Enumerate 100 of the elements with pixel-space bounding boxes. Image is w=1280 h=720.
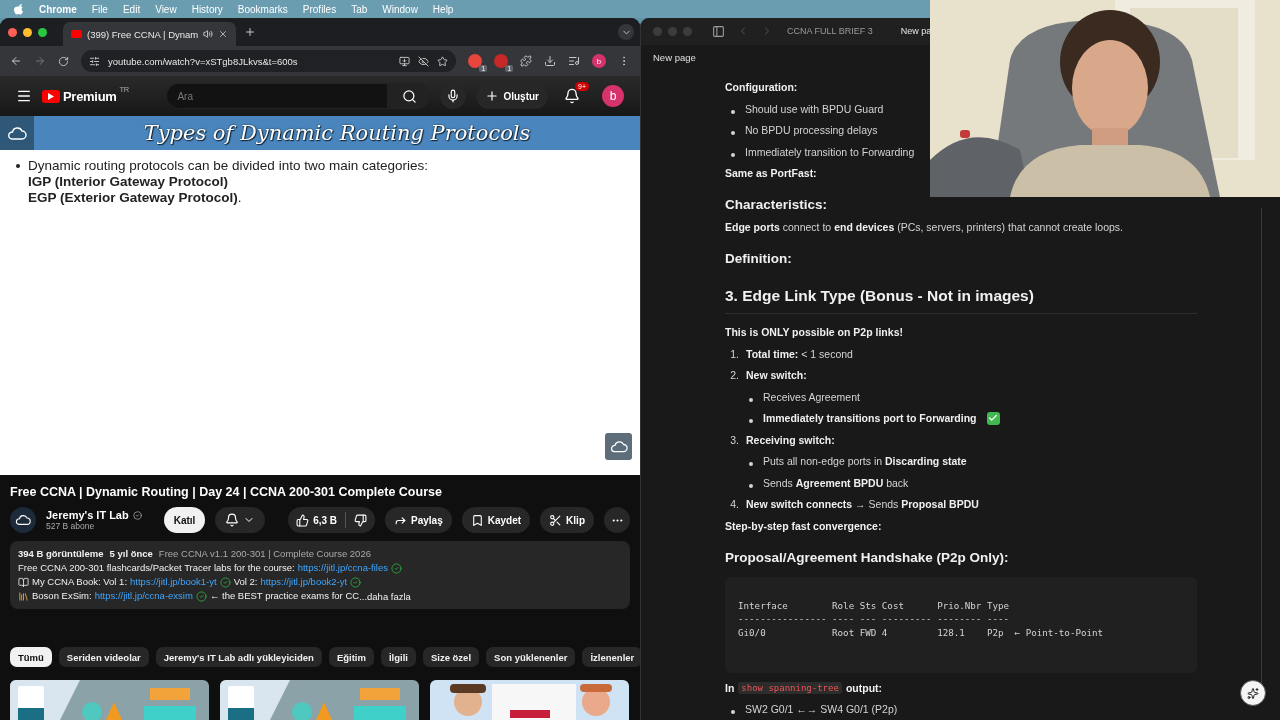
cloud-logo-icon (609, 440, 628, 453)
paragraph: Edge ports connect to end devices (PCs, servers, printers) that cannot create loops. (725, 220, 1124, 233)
check-circle-icon (219, 576, 231, 588)
bullet-text: Puts all non-edge ports in Discarding state (763, 455, 967, 468)
install-icon (399, 55, 410, 67)
description-link[interactable]: https://jitl.jp/ccna-files (297, 561, 388, 575)
close-tab-button[interactable] (218, 29, 229, 39)
assistant-button[interactable] (1240, 680, 1266, 706)
notifications-button[interactable] (564, 88, 580, 104)
section-heading: Definition: (725, 249, 793, 268)
breadcrumb[interactable]: New page (649, 44, 700, 70)
back-arrow-icon (10, 55, 22, 67)
minimize-window-button[interactable] (23, 27, 32, 37)
zoom-window-button[interactable] (38, 27, 47, 37)
inline-code: show spanning-tree (738, 681, 842, 694)
filter-chip[interactable]: Size özel (422, 647, 480, 667)
list-number: 2. (729, 369, 739, 382)
extensions-button[interactable] (520, 55, 532, 67)
bullet-icon (749, 419, 753, 424)
books-icon (18, 590, 29, 602)
thumbs-down-icon (354, 513, 368, 527)
reload-icon (58, 55, 69, 67)
microphone-icon (446, 89, 461, 103)
channel-watermark[interactable] (605, 433, 632, 460)
search-field[interactable]: Ara (166, 83, 389, 109)
description-box[interactable] (10, 541, 630, 609)
list-number: 1. (729, 347, 739, 360)
channel-name[interactable]: Jeremy's IT Lab (46, 509, 129, 521)
section-heading: Characteristics: (725, 196, 829, 214)
plus-icon (485, 89, 500, 103)
description-text: Vol 2: (233, 575, 258, 589)
check-circle-icon (195, 590, 207, 602)
description-link[interactable]: https://jitl.jp/ccna-exsim (94, 589, 193, 603)
more-button[interactable] (604, 507, 630, 533)
join-button[interactable]: Katıl (163, 507, 206, 533)
sidebar-toggle-button[interactable] (712, 24, 725, 38)
bullet-text: Sends Agreement BPDU back (763, 476, 909, 489)
filter-chip[interactable]: Seriden videolar (58, 647, 149, 667)
search-button[interactable] (388, 83, 431, 109)
upload-age: 5 yıl önce (109, 547, 153, 561)
bell-icon (564, 88, 580, 104)
reload-button[interactable] (58, 55, 69, 67)
apple-logo-icon[interactable] (14, 3, 24, 15)
bullet-icon (731, 131, 735, 136)
address-bar[interactable]: youtube.com/watch?v=xSTgb8JLkvs&t=600s (81, 50, 456, 72)
play-logo-icon (42, 89, 60, 103)
new-tab-button[interactable] (244, 26, 257, 38)
show-more-button[interactable]: ...daha fazla (359, 590, 411, 602)
code-line: Interface Role Sts Cost Prio.Nbr Type (738, 598, 1011, 612)
description-link[interactable]: https://jitl.jp/book2-yt (260, 575, 348, 589)
back-button[interactable] (10, 55, 22, 67)
bold-label: Configuration: (725, 81, 798, 94)
description-link[interactable]: https://jitl.jp/book1-yt (130, 575, 217, 589)
check-circle-icon (350, 576, 362, 588)
sparkle-icon (1247, 686, 1259, 700)
share-button[interactable]: Paylaş (385, 507, 452, 533)
bullet-icon (16, 164, 20, 168)
download-button[interactable] (544, 55, 556, 67)
list-text: New switch connects → Sends Proposal BPDU (746, 498, 979, 511)
close-window-button[interactable] (8, 27, 17, 37)
speaker-icon (203, 29, 214, 39)
forward-arrow-icon (34, 55, 46, 67)
list-text: Total time: < 1 second (746, 347, 853, 360)
bold-label: Same as PortFast: (725, 167, 817, 180)
media-button[interactable] (568, 55, 580, 67)
url-text: youtube.com/watch?v=xSTgb8JLkvs&t=600s (108, 55, 299, 67)
section-title: 3. Edge Link Type (Bonus - Not in images) (725, 285, 1197, 314)
filter-chip[interactable]: İzlenenler (582, 647, 640, 667)
filter-chip[interactable]: İlgili (380, 647, 416, 667)
filter-chip[interactable]: Son yüklenenler (486, 647, 576, 667)
filter-chip[interactable]: Jeremy's IT Lab adlı yükleyiciden (155, 647, 322, 667)
description-text: Boson ExSim: (32, 589, 92, 603)
browser-tab[interactable]: (399) Free CCNA | Dynam (63, 22, 237, 46)
clip-button[interactable]: Klip (540, 507, 594, 533)
extension-button[interactable] (468, 54, 482, 68)
filter-chip[interactable]: Eğitim (328, 647, 374, 667)
eye-off-icon (418, 55, 429, 67)
tab-title: (399) Free CCNA | Dynam (87, 28, 199, 40)
search-icon (401, 88, 417, 104)
description-text: Free CCNA 200-301 flashcards/Packet Tracer labs for the course: (18, 561, 295, 575)
save-button[interactable]: Kaydet (461, 507, 531, 533)
cloud-logo-icon (7, 126, 27, 140)
filter-chip[interactable]: Tümü (10, 647, 52, 667)
bullet-icon (731, 152, 735, 157)
menu-icon (16, 88, 32, 104)
view-count: 394 B görüntüleme (18, 547, 104, 561)
thumbs-up-icon (296, 513, 310, 527)
paragraph-text: In (725, 681, 735, 694)
list-text: New switch: (746, 369, 807, 382)
plus-icon (244, 26, 257, 38)
bullet-icon (749, 462, 753, 467)
subscription-bell-button[interactable] (215, 507, 266, 533)
bullet-icon (749, 483, 753, 488)
cloud-logo-icon (15, 514, 31, 526)
menu-button[interactable] (16, 88, 32, 104)
bullet-text: SW2 G0/1 ←→ SW4 G0/1 (P2p) (745, 703, 898, 716)
video-player[interactable]: Types of Dynamic Routing Protocols Dynamic routing protocols can be divided into two main categories: IGP (Interior Gateway Protocol) EGP (Exterior Gateway Protocol). (0, 116, 640, 475)
channel-avatar[interactable] (10, 507, 36, 533)
tab-search-button[interactable] (618, 24, 634, 40)
account-button[interactable]: b (602, 85, 624, 107)
